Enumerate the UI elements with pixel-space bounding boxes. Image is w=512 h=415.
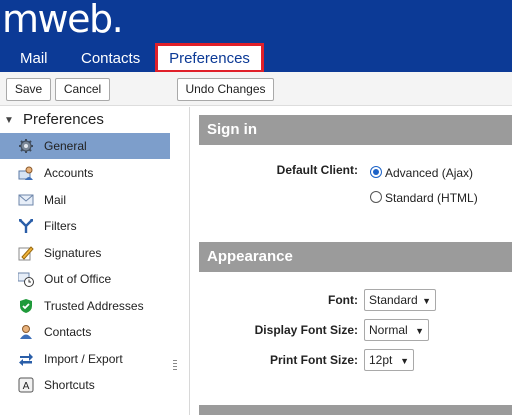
sidebar-item-label: Import / Export [44,352,123,366]
display-font-size-label: Display Font Size: [254,323,358,337]
contacts-icon [18,324,34,340]
font-label: Font: [328,293,358,307]
signature-icon [18,245,34,261]
sidebar-item-out-of-office[interactable]: Out of Office [0,266,170,292]
radio-button[interactable] [370,191,382,203]
section-header-sign-in: Sign in [199,115,512,145]
sidebar-item-label: Shortcuts [44,378,95,392]
sidebar-item-signatures[interactable]: Signatures [0,240,170,266]
undo-changes-button[interactable]: Undo Changes [177,78,274,101]
sidebar-item-accounts[interactable]: Accounts [0,160,170,186]
envelope-icon [18,192,34,208]
sidebar-item-import-export[interactable]: Import / Export [0,346,170,372]
sidebar-item-label: General [44,139,87,153]
default-client-label: Default Client: [276,163,358,177]
sidebar-item-label: Out of Office [44,272,112,286]
tab-mail[interactable]: Mail [20,44,48,72]
sidebar-item-label: Signatures [44,246,102,260]
sidebar-item-general[interactable]: General [0,133,170,159]
section-header-next [199,405,512,415]
preferences-content: Sign in Default Client: Advanced (Ajax) … [190,107,512,415]
radio-label: Standard (HTML) [385,191,478,205]
save-button[interactable]: Save [6,78,51,101]
collapse-caret-icon[interactable]: ▼ [4,115,14,126]
dropdown-arrow-icon: ▼ [400,356,409,366]
tab-preferences[interactable]: Preferences [155,43,264,73]
sidebar-header[interactable]: ▼ Preferences [0,109,170,131]
sidebar-item-label: Accounts [44,166,94,180]
splitter-grip-icon[interactable] [173,360,177,372]
display-font-size-value: Normal [369,323,408,337]
toolbar: Save Cancel Undo Changes [0,72,512,106]
radio-button-selected[interactable] [370,166,382,178]
sidebar-item-shortcuts[interactable]: A Shortcuts [0,372,170,398]
gear-icon [18,138,34,154]
sidebar-item-filters[interactable]: Filters [0,213,170,239]
dropdown-arrow-icon: ▼ [415,326,424,336]
mweb-logo: mweb. [2,0,124,41]
sidebar-item-label: Mail [44,193,67,207]
print-font-size-select[interactable]: 12pt ▼ [364,349,414,371]
sidebar-item-contacts[interactable]: Contacts [0,319,170,345]
print-font-size-value: 12pt [369,353,393,367]
sidebar-item-mail[interactable]: Mail [0,187,170,213]
accounts-icon [18,165,34,181]
cancel-button[interactable]: Cancel [55,78,110,101]
dropdown-arrow-icon: ▼ [422,296,431,306]
radio-advanced-ajax[interactable]: Advanced (Ajax) [370,164,490,182]
preferences-sidebar: ▼ Preferences General Accounts Mail Filt… [0,107,170,415]
svg-text:A: A [23,381,30,392]
font-select-value: Standard [369,293,418,307]
display-font-size-select[interactable]: Normal ▼ [364,319,429,341]
sidebar-item-trusted-addresses[interactable]: Trusted Addresses [0,293,170,319]
app-header: mweb. Mail Contacts Preferences [0,0,512,73]
shortcut-key-icon: A [18,377,34,393]
sidebar-title: Preferences [23,111,104,128]
sidebar-item-label: Contacts [44,325,92,339]
sidebar-item-label: Trusted Addresses [44,299,144,313]
shield-check-icon [18,298,34,314]
import-export-icon [18,351,34,367]
tab-contacts[interactable]: Contacts [81,44,140,72]
radio-label: Advanced (Ajax) [385,166,474,180]
sidebar-item-label: Filters [44,219,77,233]
section-header-appearance: Appearance [199,242,512,272]
out-of-office-icon [18,271,34,287]
font-select[interactable]: Standard ▼ [364,289,436,311]
filter-icon [18,218,34,234]
radio-standard-html[interactable]: Standard (HTML) [370,189,490,207]
print-font-size-label: Print Font Size: [270,353,358,367]
